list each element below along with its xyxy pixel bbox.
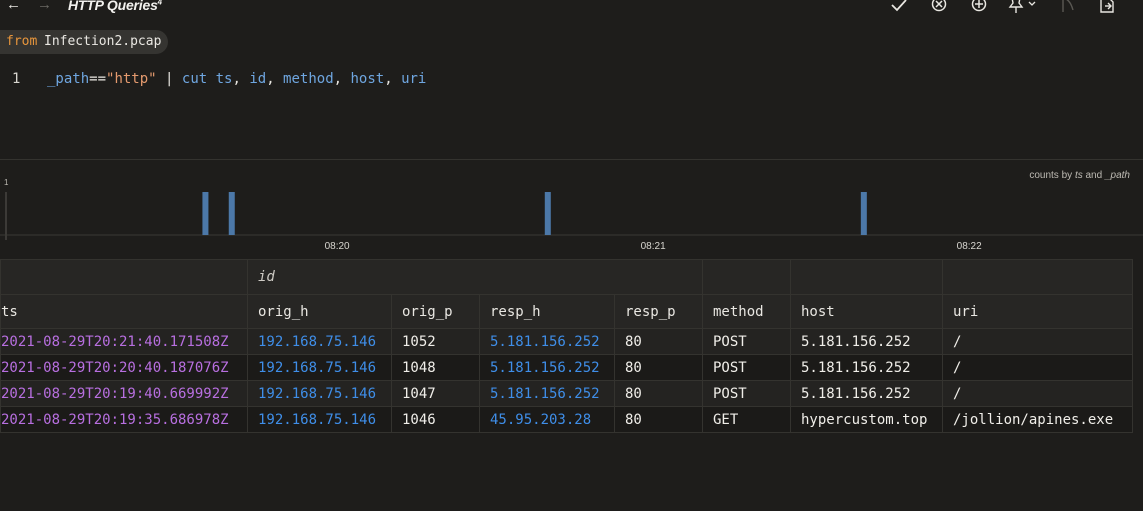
table-cell-uri[interactable]: / [942, 328, 1133, 355]
table-cell-host[interactable]: 5.181.156.252 [790, 328, 943, 355]
table-cell-host[interactable]: 5.181.156.252 [790, 380, 943, 407]
table-row[interactable]: 2021-08-29T20:21:40.171508Z 192.168.75.14… [0, 328, 1133, 355]
table-cell-uri[interactable]: /jollion/apines.exe [942, 406, 1133, 433]
column-header-host[interactable]: host [790, 294, 943, 329]
line-number: 1 [12, 71, 21, 87]
table-row[interactable]: 2021-08-29T20:19:40.669992Z 192.168.75.14… [0, 380, 1133, 407]
header-spacer [942, 259, 1133, 295]
histogram-bar[interactable] [228, 192, 235, 235]
table-cell-uri[interactable]: / [942, 380, 1133, 407]
add-circle-icon[interactable] [968, 0, 990, 15]
flag-icon [1062, 0, 1074, 12]
table-cell-ts[interactable]: 2021-08-29T20:19:40.669992Z [0, 380, 248, 407]
query-token: host [350, 71, 385, 87]
table-cell-orig-h[interactable]: 192.168.75.146 [247, 406, 392, 433]
query-token: == [89, 71, 107, 87]
chevron-down-icon[interactable] [1022, 0, 1044, 15]
title-badge: 4 [157, 0, 162, 7]
table-cell-ts[interactable]: 2021-08-29T20:21:40.171508Z [0, 328, 248, 355]
column-header-method[interactable]: method [702, 294, 791, 329]
cancel-circle-icon[interactable] [928, 0, 950, 15]
page-title-text: HTTP Queries [68, 0, 158, 13]
table-row[interactable]: 2021-08-29T20:19:35.686978Z 192.168.75.14… [0, 406, 1133, 433]
query-token: , [266, 71, 284, 87]
query-token: | [156, 71, 182, 87]
query-token: cut ts [181, 71, 233, 87]
query-token: uri [401, 71, 427, 87]
table-cell-method[interactable]: POST [702, 354, 791, 381]
back-arrow-icon[interactable]: ← [6, 0, 21, 14]
table-cell-resp-p[interactable]: 80 [614, 354, 703, 381]
table-cell-resp-h[interactable]: 5.181.156.252 [479, 354, 615, 381]
title-bar: ← → HTTP Queries4 [0, 0, 1143, 14]
column-header-uri[interactable]: uri [942, 294, 1133, 329]
query-token: id [249, 71, 267, 87]
table-cell-orig-p[interactable]: 1046 [391, 406, 480, 433]
header-spacer [702, 259, 791, 295]
from-source-pill[interactable]: from Infection2.pcap [0, 30, 168, 54]
table-cell-resp-h[interactable]: 5.181.156.252 [479, 328, 615, 355]
results-table: id ts orig_h orig_p resp_h resp_p method host u… [0, 259, 1133, 433]
table-cell-orig-p[interactable]: 1047 [391, 380, 480, 407]
table-cell-orig-p[interactable]: 1052 [391, 328, 480, 355]
column-header-resp-p[interactable]: resp_p [614, 294, 703, 329]
table-cell-method[interactable]: POST [702, 328, 791, 355]
export-icon[interactable] [1096, 0, 1118, 15]
query-token: , [384, 71, 402, 87]
table-row[interactable]: 2021-08-29T20:20:40.187076Z 192.168.75.14… [0, 354, 1133, 381]
table-cell-orig-p[interactable]: 1048 [391, 354, 480, 381]
histogram-bar[interactable] [202, 192, 209, 235]
results-table-container[interactable]: id ts orig_h orig_p resp_h resp_p method host u… [0, 259, 1143, 433]
x-tick-label: 08:20 [324, 241, 350, 252]
table-cell-method[interactable]: GET [702, 406, 791, 433]
table-cell-orig-h[interactable]: 192.168.75.146 [247, 328, 392, 355]
x-tick-label: 08:22 [956, 241, 982, 252]
query-code-line[interactable]: _path=="http" | cut ts, id, method, host… [47, 66, 426, 92]
page-title: HTTP Queries4 [68, 0, 162, 13]
query-token: , [333, 71, 351, 87]
table-cell-uri[interactable]: / [942, 354, 1133, 381]
table-cell-resp-p[interactable]: 80 [614, 406, 703, 433]
column-header-resp-h[interactable]: resp_h [479, 294, 615, 329]
table-cell-method[interactable]: POST [702, 380, 791, 407]
query-token: , [232, 71, 250, 87]
table-cell-ts[interactable]: 2021-08-29T20:20:40.187076Z [0, 354, 248, 381]
from-file-name: Infection2.pcap [44, 34, 162, 49]
check-icon[interactable] [888, 0, 910, 15]
column-header-orig-h[interactable]: orig_h [247, 294, 392, 329]
query-editor[interactable]: 1 _path=="http" | cut ts, id, method, ho… [0, 66, 1143, 92]
table-cell-resp-p[interactable]: 80 [614, 328, 703, 355]
column-header-ts[interactable]: ts [0, 294, 248, 329]
table-cell-resp-h[interactable]: 45.95.203.28 [479, 406, 615, 433]
table-cell-orig-h[interactable]: 192.168.75.146 [247, 354, 392, 381]
table-cell-orig-h[interactable]: 192.168.75.146 [247, 380, 392, 407]
query-token: method [283, 71, 334, 87]
table-cell-resp-p[interactable]: 80 [614, 380, 703, 407]
column-group-id[interactable]: id [247, 259, 703, 295]
forward-arrow-icon[interactable]: → [37, 0, 52, 14]
query-token: _path [47, 71, 90, 87]
column-header-orig-p[interactable]: orig_p [391, 294, 480, 329]
histogram-chart: counts by ts and _path 1 08:20 08:21 08:22 [0, 160, 1143, 259]
histogram-bar[interactable] [544, 192, 551, 235]
table-cell-host[interactable]: hypercustom.top [790, 406, 943, 433]
histogram-bar[interactable] [860, 192, 867, 235]
table-cell-host[interactable]: 5.181.156.252 [790, 354, 943, 381]
x-tick-label: 08:21 [640, 241, 666, 252]
table-cell-ts[interactable]: 2021-08-29T20:19:35.686978Z [0, 406, 248, 433]
header-spacer [790, 259, 943, 295]
header-spacer [0, 259, 248, 295]
query-token: "http" [106, 71, 157, 87]
table-cell-resp-h[interactable]: 5.181.156.252 [479, 380, 615, 407]
from-keyword: from [6, 34, 38, 49]
